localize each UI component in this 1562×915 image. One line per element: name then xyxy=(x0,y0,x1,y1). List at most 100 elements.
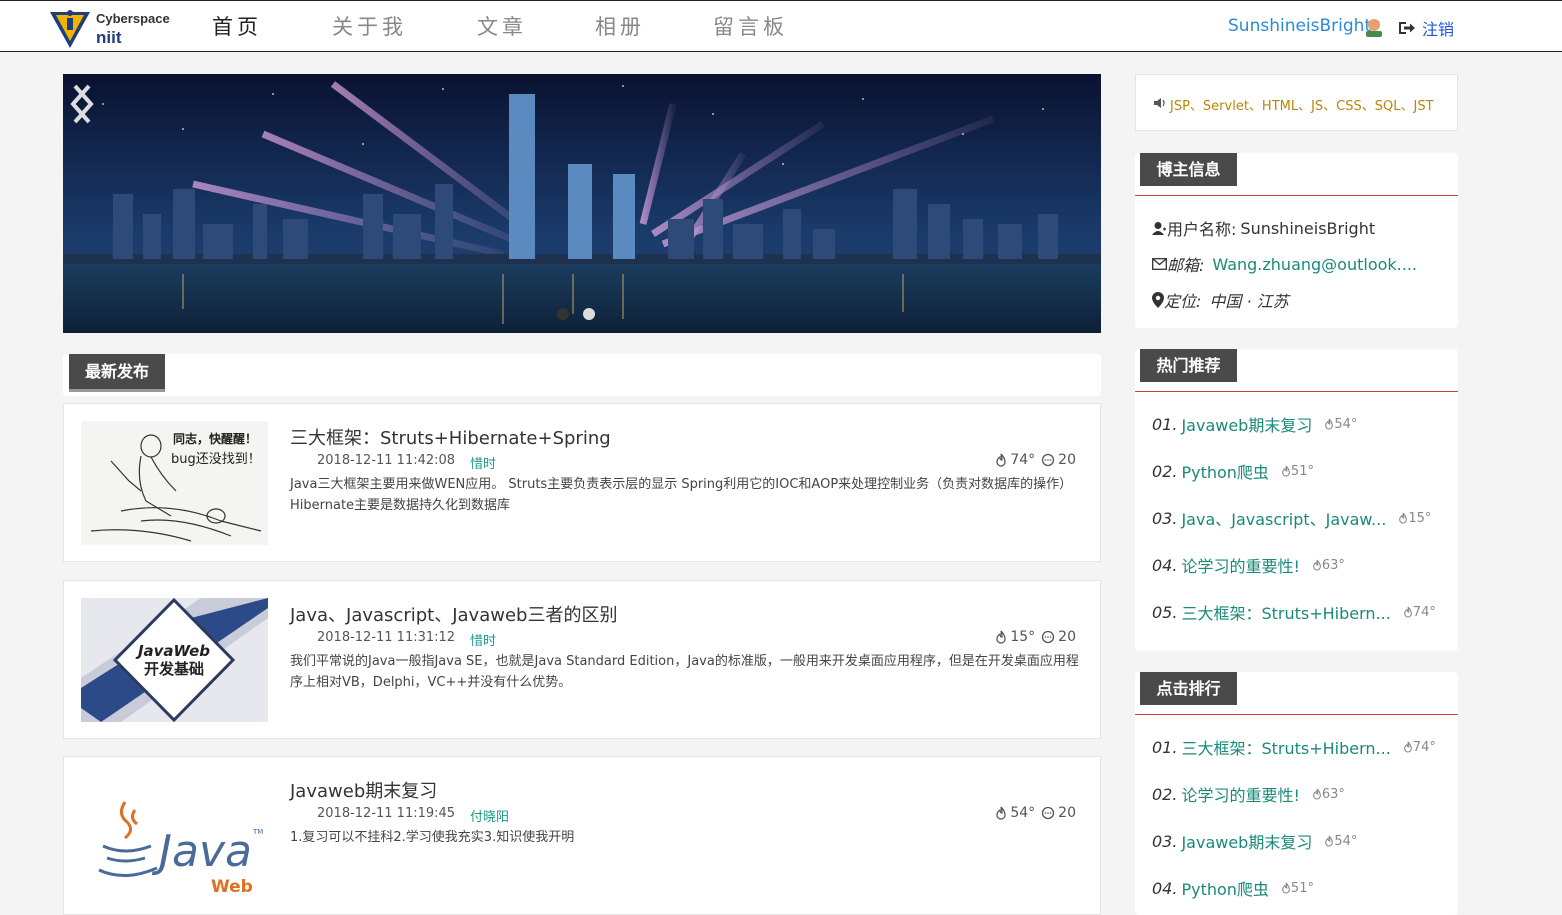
logo-line2: niit xyxy=(96,28,122,47)
fire-icon xyxy=(1403,606,1412,618)
article-date: 2018-12-11 11:42:08 xyxy=(317,453,456,468)
article-card[interactable]: JavaWeb 开发基础 Java、Javascript、Javaweb三者的区… xyxy=(63,580,1101,739)
notice-text: JSP、Servlet、HTML、JS、CSS、SQL、JST xyxy=(1170,99,1434,114)
click-item[interactable]: 02. 论学习的重要性! 63° xyxy=(1152,782,1345,806)
hot-item[interactable]: 03. Java、Javascript、Javaw... 15° xyxy=(1152,506,1431,530)
fire-icon xyxy=(1399,512,1408,524)
card-divider xyxy=(1135,195,1458,196)
carousel-indicators xyxy=(557,308,609,320)
hot-item[interactable]: 05. 三大框架：Struts+Hibern... 74° xyxy=(1152,600,1436,624)
rank-heat-value: 54° xyxy=(1334,416,1358,432)
blogger-info-title: 博主信息 xyxy=(1140,153,1237,186)
rank-number: 03. xyxy=(1152,508,1178,528)
rank-title[interactable]: 三大框架：Struts+Hibern... xyxy=(1181,600,1390,624)
nav-home[interactable]: 首页 xyxy=(212,1,262,53)
article-author[interactable]: 惜时 xyxy=(470,630,496,649)
rank-heat-value: 63° xyxy=(1321,786,1345,802)
click-ranking-title: 点击排行 xyxy=(1140,672,1237,705)
username-link[interactable]: SunshineisBright xyxy=(1228,16,1371,36)
fire-icon xyxy=(996,630,1006,644)
rank-title[interactable]: Javaweb期末复习 xyxy=(1181,829,1312,853)
nav-album[interactable]: 相册 xyxy=(595,1,645,53)
thumb-caption-1: 同志，快醒醒！ xyxy=(173,431,257,446)
nav-articles[interactable]: 文章 xyxy=(477,1,527,53)
fire-icon xyxy=(1312,788,1321,800)
fire-icon xyxy=(1325,418,1334,430)
fire-icon xyxy=(1282,465,1290,477)
rank-heat: 63° xyxy=(1312,558,1345,573)
comment-icon xyxy=(1042,806,1055,820)
hot-recommend-card: 热门推荐 01. Javaweb期末复习 54° 02. Python爬虫 51… xyxy=(1135,349,1458,651)
top-navbar: Cyberspace niit 首页 关于我 文章 相册 留言板 Sunshin… xyxy=(0,0,1562,52)
click-item[interactable]: 03. Javaweb期末复习 54° xyxy=(1152,829,1357,853)
rank-title[interactable]: Python爬虫 xyxy=(1181,876,1268,900)
speaker-icon xyxy=(1154,98,1165,108)
article-title[interactable]: Javaweb期末复习 xyxy=(290,777,437,803)
article-author[interactable]: 付晓阳 xyxy=(470,806,509,825)
rank-title[interactable]: 论学习的重要性! xyxy=(1181,782,1299,806)
blogger-email-label: 邮箱: xyxy=(1167,256,1205,275)
logo-shield-icon xyxy=(50,10,90,48)
thumb-caption-3: Web xyxy=(211,877,253,897)
javaweb-book-cover-image: JavaWeb 开发基础 xyxy=(81,598,268,722)
logout-button[interactable]: 注销 xyxy=(1398,16,1454,40)
rank-heat-value: 51° xyxy=(1290,463,1314,479)
envelope-icon xyxy=(1152,258,1167,270)
article-thumbnail[interactable]: Java TM Web xyxy=(81,774,268,898)
rank-heat: 54° xyxy=(1324,417,1357,432)
java-web-logo-image: Java TM Web xyxy=(81,774,268,898)
blogger-username: SunshineisBright xyxy=(1240,218,1376,238)
article-thumbnail[interactable]: JavaWeb 开发基础 xyxy=(81,598,268,722)
rank-heat: 54° xyxy=(1324,834,1357,849)
rank-title[interactable]: Java、Javascript、Javaw... xyxy=(1181,506,1386,530)
comment-icon xyxy=(1042,630,1055,644)
rank-title[interactable]: 论学习的重要性! xyxy=(1181,553,1299,577)
carousel-next-icon[interactable] xyxy=(63,74,99,134)
article-stats: 54° 20 xyxy=(995,805,1076,821)
blogger-email[interactable]: Wang.zhuang@outlook.... xyxy=(1212,255,1417,274)
page-scrollbar[interactable] xyxy=(1546,52,1562,915)
article-author[interactable]: 惜时 xyxy=(470,453,496,472)
hot-item[interactable]: 02. Python爬虫 51° xyxy=(1152,459,1314,483)
blogger-location-row: 定位: 中国 · 江苏 xyxy=(1152,288,1289,312)
rank-title[interactable]: Python爬虫 xyxy=(1181,459,1268,483)
article-views: 54° xyxy=(1010,805,1036,821)
hot-item[interactable]: 01. Javaweb期末复习 54° xyxy=(1152,412,1357,436)
rank-number: 02. xyxy=(1152,461,1178,481)
fire-icon xyxy=(1312,559,1321,571)
rank-number: 05. xyxy=(1152,602,1178,622)
article-date: 2018-12-11 11:19:45 xyxy=(317,806,456,821)
article-thumbnail[interactable]: 同志，快醒醒！ bug还没找到！ xyxy=(81,421,268,545)
carousel-dot-1[interactable] xyxy=(557,308,569,320)
latest-section-title: 最新发布 xyxy=(69,354,165,392)
carousel-dot-2[interactable] xyxy=(583,308,595,320)
notice-bar: JSP、Servlet、HTML、JS、CSS、SQL、JST xyxy=(1135,74,1458,131)
user-icon xyxy=(1152,221,1166,235)
fire-icon xyxy=(996,453,1006,467)
article-excerpt: 1.复习可以不挂科2.学习使我充实3.知识使我开明 xyxy=(290,830,575,845)
rank-heat-value: 54° xyxy=(1334,833,1358,849)
rank-heat-value: 51° xyxy=(1290,880,1314,896)
nav-guestbook[interactable]: 留言板 xyxy=(713,1,788,53)
article-excerpt: Java三大框架主要用来做WEN应用。 Struts主要负责表示层的显示 Spr… xyxy=(290,477,1073,513)
rank-title[interactable]: Javaweb期末复习 xyxy=(1181,412,1312,436)
avatar-icon[interactable] xyxy=(1362,16,1386,38)
article-card[interactable]: 同志，快醒醒！ bug还没找到！ 三大框架：Struts+Hibernate+S… xyxy=(63,403,1101,562)
hot-item[interactable]: 04. 论学习的重要性! 63° xyxy=(1152,553,1345,577)
blogger-info-card: 博主信息 用户名称: SunshineisBright 邮箱: Wang.zhu… xyxy=(1135,153,1458,328)
banner-carousel[interactable] xyxy=(63,74,1101,333)
map-pin-icon xyxy=(1152,292,1164,308)
article-title[interactable]: Java、Javascript、Javaweb三者的区别 xyxy=(290,601,617,627)
article-title[interactable]: 三大框架：Struts+Hibernate+Spring xyxy=(290,424,611,450)
cartoon-sketch-image: 同志，快醒醒！ bug还没找到！ xyxy=(81,421,268,545)
rank-heat: 74° xyxy=(1403,605,1436,620)
article-card[interactable]: Java TM Web Javaweb期末复习 2018-12-11 11:19… xyxy=(63,756,1101,915)
rank-title[interactable]: 三大框架：Struts+Hibern... xyxy=(1181,735,1390,759)
click-item[interactable]: 04. Python爬虫 51° xyxy=(1152,876,1314,900)
click-item[interactable]: 01. 三大框架：Struts+Hibern... 74° xyxy=(1152,735,1436,759)
article-comments: 20 xyxy=(1058,629,1076,645)
fire-icon xyxy=(1282,882,1290,894)
click-ranking-card: 点击排行 01. 三大框架：Struts+Hibern... 74° 02. 论… xyxy=(1135,672,1458,915)
nav-about[interactable]: 关于我 xyxy=(332,1,407,53)
site-logo[interactable]: Cyberspace niit xyxy=(48,6,178,50)
